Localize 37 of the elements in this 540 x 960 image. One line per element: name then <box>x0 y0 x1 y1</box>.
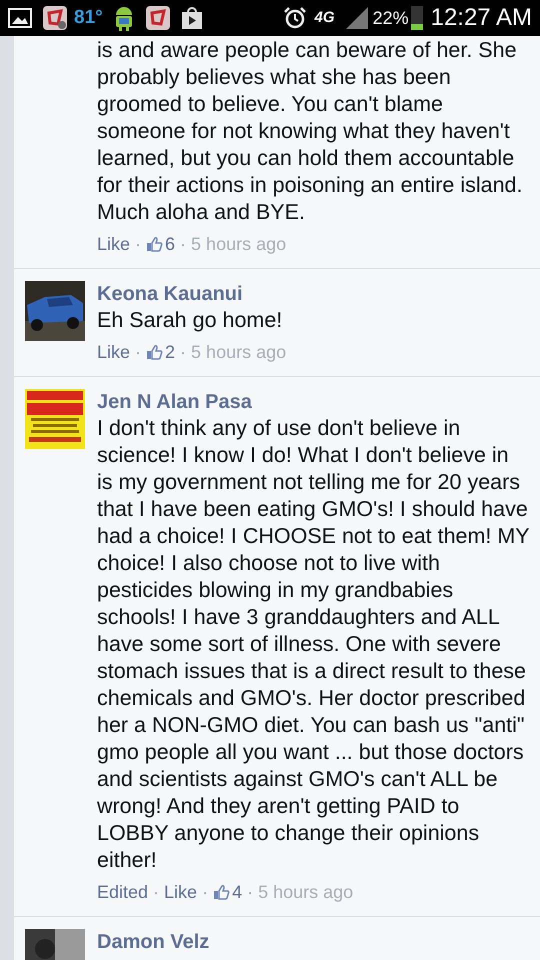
separator-text: · <box>135 233 142 256</box>
timestamp: 5 hours ago <box>258 881 354 904</box>
action-link[interactable]: Like <box>164 880 198 904</box>
separator-text: · <box>180 233 186 256</box>
clock-text: 12:27 AM <box>430 3 532 33</box>
gallery-icon <box>8 7 32 29</box>
comment-text: Eh Sarah go home! <box>97 307 284 334</box>
author-name[interactable]: Damon Velz <box>97 929 530 955</box>
author-name[interactable]: Keona Kauanui <box>97 281 530 307</box>
battery-percent-text: 22% <box>372 6 409 30</box>
like-count: 4 <box>232 881 242 904</box>
app-icon <box>42 5 68 31</box>
play-store-icon <box>180 6 203 30</box>
separator-text: · <box>202 881 208 904</box>
like-count: 2 <box>165 341 176 364</box>
thumbs-up-icon <box>146 236 164 252</box>
separator-text: · <box>180 341 186 364</box>
thumbs-up-icon <box>146 344 164 360</box>
timestamp: 5 hours ago <box>191 341 286 364</box>
action-link[interactable]: Like <box>97 232 130 256</box>
action-link[interactable]: Like <box>97 340 130 364</box>
thumbs-up-icon <box>213 884 230 900</box>
separator-text: · <box>135 341 142 364</box>
comment-text: is and aware people can beware of her. She probably believes what she has been groomed to believe. You can't blame someone for not knowing what they haven't learned, but you can hold them accountable for their actions in poisoning an entire island. Much aloha and BYE. <box>97 37 524 226</box>
battery-icon <box>410 6 423 30</box>
separator-text: · <box>153 881 160 904</box>
like-count: 6 <box>165 233 176 256</box>
action-link[interactable]: Edited <box>97 880 148 904</box>
author-name[interactable]: Jen N Alan Pasa <box>97 389 530 415</box>
separator-text: · <box>247 881 254 904</box>
network-type-text: 4G <box>314 8 335 28</box>
timestamp: 5 hours ago <box>191 233 286 256</box>
temperature-text: 81° <box>74 6 103 30</box>
signal-icon <box>344 6 369 30</box>
app-icon <box>144 5 171 31</box>
comment-text: I don't think any of use don't believe in science! I know I do! What I don't believe in is my government not telling me for 20 years that I have been eating GMO's! I should have had a choice! I CHOOSE not to eat them! MY choice! I also choose not to live with pesticides blowing in my grandbabies schools! I have 3 granddaughters and ALL have some sort of illness. One with severe stomach issues that is a direct result to these chemicals and GMO's. Her doctor prescribed her a NON-GMO diet. You can bash us "anti" gmo people all you want ... but those doctors and scientists against GMO's can't ALL be wrong! And they aren't getting PAID to LOBBY anyone to change their opinions either! <box>97 415 530 874</box>
alarm-clock-icon <box>282 6 307 30</box>
